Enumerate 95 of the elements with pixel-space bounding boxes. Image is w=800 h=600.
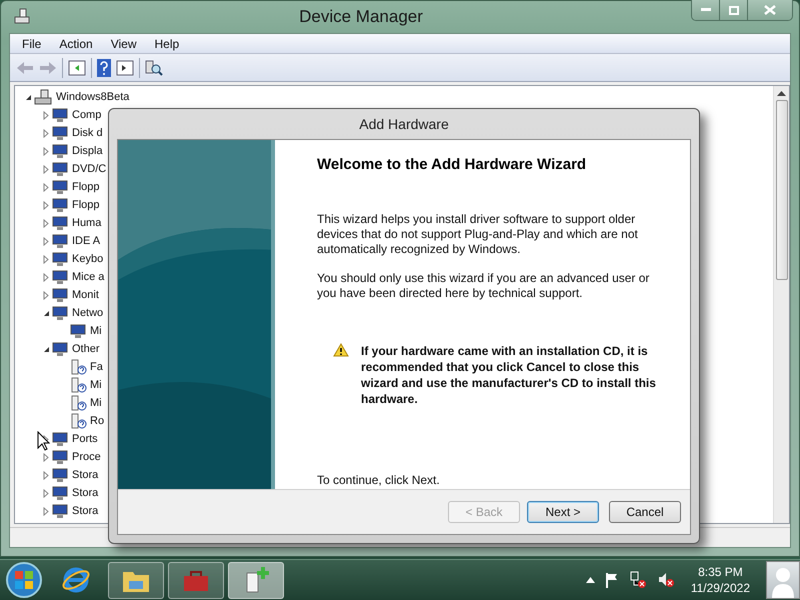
menu-item[interactable]: View: [102, 36, 144, 50]
dialog-title: Add Hardware: [358, 115, 450, 134]
clock-time[interactable]: 8:35 PM: [698, 564, 743, 580]
tree-item[interactable]: Mice a: [72, 271, 104, 283]
start-button[interactable]: [4, 560, 44, 600]
tree-item[interactable]: Disk d: [72, 127, 103, 139]
tree-item[interactable]: Displa: [72, 145, 103, 157]
browser-icon: [61, 565, 91, 595]
tree-item[interactable]: Flopp: [72, 181, 100, 193]
unknown-device-icon: [69, 395, 87, 411]
taskbar-button[interactable]: [228, 562, 284, 598]
menu-item[interactable]: Help: [146, 36, 188, 50]
flag-icon[interactable]: [604, 572, 619, 588]
device-icon: [51, 215, 69, 231]
maximize-icon: [728, 6, 738, 14]
unknown-device-icon: [69, 377, 87, 393]
tree-item[interactable]: Keybo: [72, 253, 104, 265]
continue-hint: To continue, click Next.: [317, 473, 441, 487]
wizard-paragraph: This wizard helps you install driver software to support older devices that do not support Plug-and-Play and which are not automatically recognized by Windows.: [317, 212, 639, 257]
device-icon: [51, 125, 69, 141]
unknown-device-icon: [69, 359, 87, 375]
device-icon: [51, 179, 69, 195]
unknown-device-icon: [69, 413, 87, 429]
device-icon: [51, 143, 69, 159]
device-icon: [51, 503, 69, 519]
tree-item[interactable]: Comp: [72, 109, 102, 121]
cursor-icon: [37, 431, 51, 451]
menu-item[interactable]: Action: [51, 36, 101, 50]
collapse-arrow-icon[interactable]: [42, 346, 50, 352]
tree-item[interactable]: Monit: [72, 289, 99, 301]
warning-text: If your hardware came with an installation CD, it is recommended that you click Cancel to close this wizard and use the manufacturer's CD to install this hardware.: [361, 343, 657, 407]
window-title: Device Manager: [298, 7, 424, 27]
computer-icon: [33, 89, 53, 105]
device-icon: [51, 449, 69, 465]
device-icon: [69, 323, 87, 339]
tree-item[interactable]: Mi: [90, 325, 102, 337]
collapse-arrow-icon[interactable]: [24, 94, 32, 100]
device-icon: [51, 305, 69, 321]
taskbar-button[interactable]: [108, 562, 164, 598]
taskbar-button[interactable]: [168, 562, 224, 598]
help-icon[interactable]: [97, 58, 111, 76]
wizard-paragraph: You should only use this wizard if you are an advanced user or you have been directed here by technical support.: [317, 271, 650, 301]
device-icon: [51, 197, 69, 213]
close-button[interactable]: [748, 0, 792, 20]
tree-item[interactable]: Flopp: [72, 199, 100, 211]
device-icon: [51, 269, 69, 285]
clock-date[interactable]: 11/29/2022: [690, 580, 750, 596]
device-icon: [51, 161, 69, 177]
device-manager-icon: [13, 8, 31, 26]
minimize-icon: [700, 8, 710, 12]
scrollbar-thumb[interactable]: [776, 100, 788, 280]
minimize-button[interactable]: [692, 0, 720, 20]
device-icon: [51, 233, 69, 249]
tree-item[interactable]: Mi: [90, 379, 102, 391]
tree-item[interactable]: Other: [72, 343, 100, 355]
muted-speaker-icon[interactable]: [656, 571, 675, 589]
wizard-button[interactable]: Cancel: [609, 501, 681, 523]
user-icon: [771, 566, 795, 598]
device-icon: [51, 107, 69, 123]
collapse-arrow-icon[interactable]: [42, 310, 50, 316]
scan-hardware-icon[interactable]: [145, 58, 163, 76]
tree-item[interactable]: DVD/C: [72, 163, 106, 175]
tree-item[interactable]: Ports: [72, 433, 98, 445]
device-icon: [51, 341, 69, 357]
forward-arrow-icon[interactable]: [39, 60, 57, 74]
tree-item[interactable]: Huma: [72, 217, 102, 229]
menu-item[interactable]: File: [14, 36, 50, 50]
tree-item[interactable]: Netwo: [72, 307, 104, 319]
user-tile[interactable]: [766, 561, 800, 599]
maximize-button[interactable]: [720, 0, 748, 20]
action-pane-icon[interactable]: [116, 60, 134, 76]
scrollbar[interactable]: [773, 86, 789, 523]
tree-item[interactable]: Proce: [72, 451, 101, 463]
tree-item[interactable]: IDE A: [72, 235, 100, 247]
tree-item[interactable]: Stora: [72, 505, 98, 517]
close-icon: [764, 5, 776, 15]
tree-item[interactable]: Fa: [90, 361, 103, 373]
scroll-up-icon[interactable]: [777, 90, 786, 96]
tree-item[interactable]: Windows8Beta: [56, 91, 130, 103]
tree-item[interactable]: Ro: [90, 415, 104, 427]
back-arrow-icon[interactable]: [16, 60, 34, 74]
device-icon: [51, 251, 69, 267]
device-icon: [51, 485, 69, 501]
device-icon: [51, 467, 69, 483]
warning-icon: [333, 343, 349, 357]
device-icon: [51, 431, 69, 447]
show-hidden-icons-icon[interactable]: [586, 577, 595, 583]
tree-item[interactable]: Stora: [72, 487, 98, 499]
wizard-heading: Welcome to the Add Hardware Wizard: [317, 156, 588, 173]
tree-item[interactable]: Stora: [72, 469, 98, 481]
tree-item[interactable]: Mi: [90, 397, 102, 409]
network-icon[interactable]: [628, 571, 647, 589]
wizard-button[interactable]: Next >: [527, 501, 599, 523]
console-tree-icon[interactable]: [68, 60, 86, 76]
device-icon: [51, 287, 69, 303]
